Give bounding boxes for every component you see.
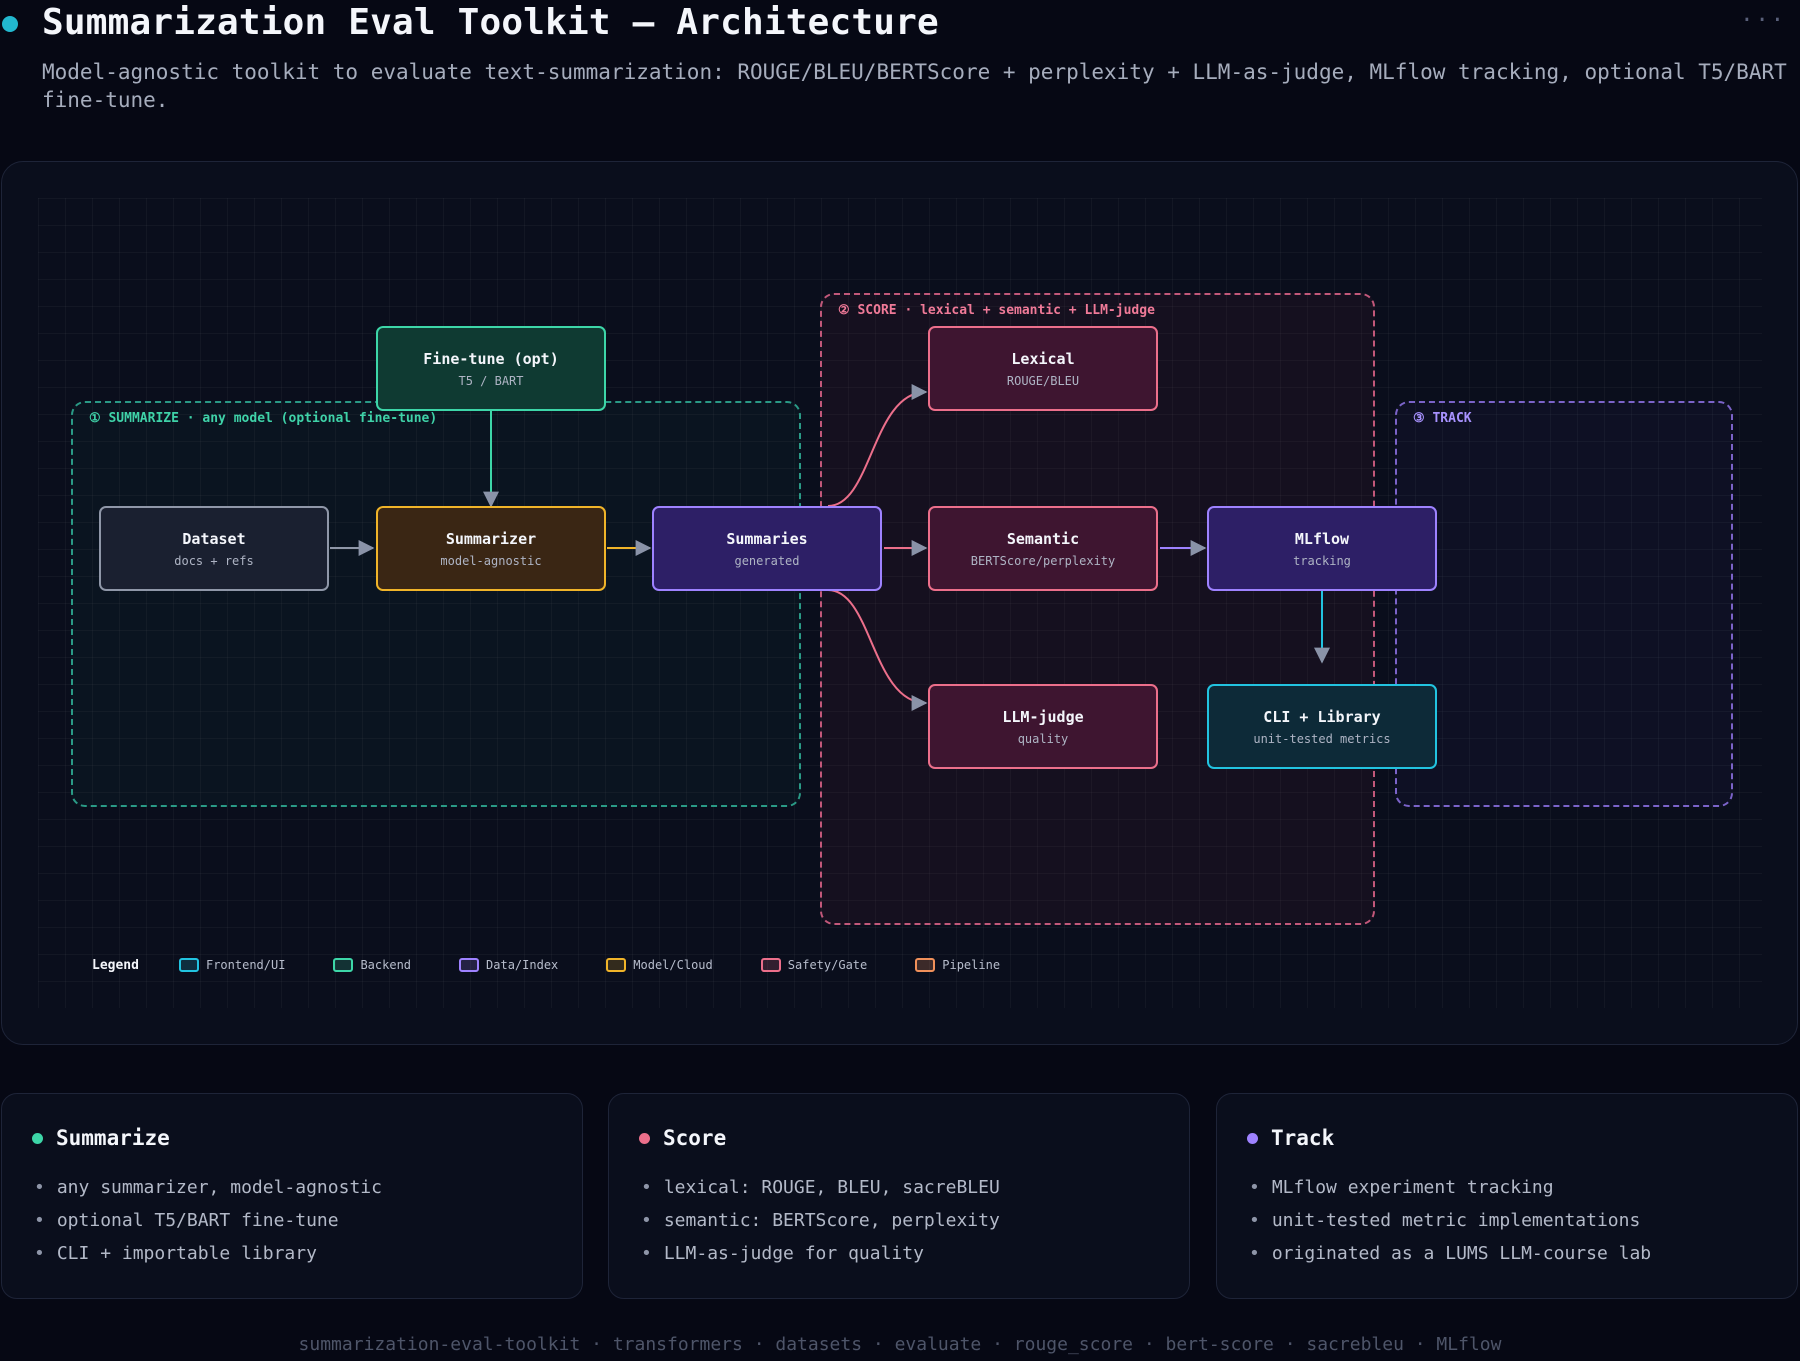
legend-swatch — [915, 958, 936, 972]
list-item: semantic: BERTScore, perplexity — [641, 1204, 1000, 1237]
footer-tech-stack: summarization-eval-toolkit · transformer… — [298, 1334, 1502, 1355]
page-title: Summarization Eval Toolkit — Architectur… — [42, 2, 939, 43]
legend-title: Legend — [92, 957, 139, 973]
card-title: Summarize — [56, 1126, 170, 1150]
node-dataset-title: Dataset — [182, 529, 246, 548]
node-summarizer-title: Summarizer — [445, 529, 537, 548]
legend-item-frontend: Frontend/UI — [178, 958, 286, 972]
list-item: unit-tested metric implementations — [1249, 1204, 1651, 1237]
node-summarizer[interactable]: Summarizer model-agnostic — [376, 506, 606, 591]
card-dot — [1247, 1132, 1258, 1144]
legend-label: Pipeline — [942, 958, 1001, 972]
legend-item-model-cloud: Model/Cloud — [606, 958, 713, 972]
card-header: Score — [639, 1126, 726, 1150]
list-item: CLI + importable library — [34, 1237, 382, 1270]
legend-swatch — [606, 958, 627, 972]
node-cli-title: CLI + Library — [1263, 707, 1381, 726]
card-list: lexical: ROUGE, BLEU, sacreBLEU semantic… — [641, 1171, 1000, 1270]
card-title: Track — [1271, 1126, 1335, 1150]
legend-swatch — [760, 958, 781, 972]
node-lexical[interactable]: Lexical ROUGE/BLEU — [928, 326, 1158, 411]
node-finetune-sub: T5 / BART — [458, 373, 524, 388]
legend-label: Backend — [360, 958, 412, 972]
legend-item-pipeline: Pipeline — [915, 958, 1000, 972]
title-status-dot — [2, 16, 18, 32]
legend-item-backend: Backend — [333, 958, 411, 972]
legend-label: Safety/Gate — [787, 958, 868, 972]
legend-label: Frontend/UI — [205, 958, 286, 972]
card-header: Track — [1247, 1126, 1334, 1150]
card-summarize: Summarize any summarizer, model-agnostic… — [1, 1093, 583, 1299]
more-options-icon[interactable]: ··· — [1740, 8, 1786, 33]
node-mlflow-sub: tracking — [1293, 553, 1351, 568]
card-dot — [639, 1132, 650, 1144]
legend-label: Model/Cloud — [633, 958, 713, 972]
card-dot — [32, 1132, 43, 1144]
node-summaries-sub: generated — [734, 553, 800, 568]
node-cli-sub: unit-tested metrics — [1253, 731, 1391, 746]
card-list: MLflow experiment tracking unit-tested m… — [1249, 1171, 1651, 1270]
card-header: Summarize — [32, 1126, 170, 1150]
node-semantic[interactable]: Semantic BERTScore/perplexity — [928, 506, 1158, 591]
node-judge-title: LLM-judge — [1002, 707, 1084, 726]
edge-summaries-judge — [827, 589, 928, 711]
page-subtitle: Model-agnostic toolkit to evaluate text-… — [42, 60, 1787, 112]
card-list: any summarizer, model-agnostic optional … — [34, 1171, 382, 1270]
list-item: originated as a LUMS LLM-course lab — [1249, 1237, 1651, 1270]
node-lexical-sub: ROUGE/BLEU — [1006, 373, 1080, 388]
node-cli-library[interactable]: CLI + Library unit-tested metrics — [1207, 684, 1437, 769]
card-title: Score — [663, 1126, 727, 1150]
list-item: MLflow experiment tracking — [1249, 1171, 1651, 1204]
node-summaries[interactable]: Summaries generated — [652, 506, 882, 591]
list-item: optional T5/BART fine-tune — [34, 1204, 382, 1237]
card-score: Score lexical: ROUGE, BLEU, sacreBLEU se… — [608, 1093, 1190, 1299]
node-dataset[interactable]: Dataset docs + refs — [99, 506, 329, 591]
node-finetune-title: Fine-tune (opt) — [423, 349, 559, 368]
node-judge-sub: quality — [1017, 731, 1069, 746]
node-llm-judge[interactable]: LLM-judge quality — [928, 684, 1158, 769]
node-mlflow[interactable]: MLflow tracking — [1207, 506, 1437, 591]
architecture-diagram-panel: ① SUMMARIZE · any model (optional fine-t… — [1, 161, 1798, 1045]
legend-swatch — [459, 958, 480, 972]
legend: Legend Frontend/UI Backend Data/Index Mo… — [92, 955, 1048, 975]
legend-item-safety-gate: Safety/Gate — [760, 958, 868, 972]
list-item: LLM-as-judge for quality — [641, 1237, 1000, 1270]
list-item: any summarizer, model-agnostic — [34, 1171, 382, 1204]
node-summarizer-sub: model-agnostic — [440, 553, 542, 568]
diagram-edges — [330, 384, 1330, 711]
card-track: Track MLflow experiment tracking unit-te… — [1216, 1093, 1798, 1299]
legend-swatch — [178, 958, 199, 972]
node-lexical-title: Lexical — [1011, 349, 1075, 368]
page: Summarization Eval Toolkit — Architectur… — [0, 0, 1800, 1361]
node-mlflow-title: MLflow — [1294, 529, 1350, 548]
legend-swatch — [333, 958, 354, 972]
legend-item-data-index: Data/Index — [459, 958, 558, 972]
edge-summaries-lexical — [827, 384, 928, 507]
node-finetune[interactable]: Fine-tune (opt) T5 / BART — [376, 326, 606, 411]
node-dataset-sub: docs + refs — [174, 553, 254, 568]
legend-label: Data/Index — [486, 958, 559, 972]
node-summaries-title: Summaries — [726, 529, 808, 548]
node-semantic-sub: BERTScore/perplexity — [970, 553, 1116, 568]
list-item: lexical: ROUGE, BLEU, sacreBLEU — [641, 1171, 1000, 1204]
node-semantic-title: Semantic — [1006, 529, 1080, 548]
